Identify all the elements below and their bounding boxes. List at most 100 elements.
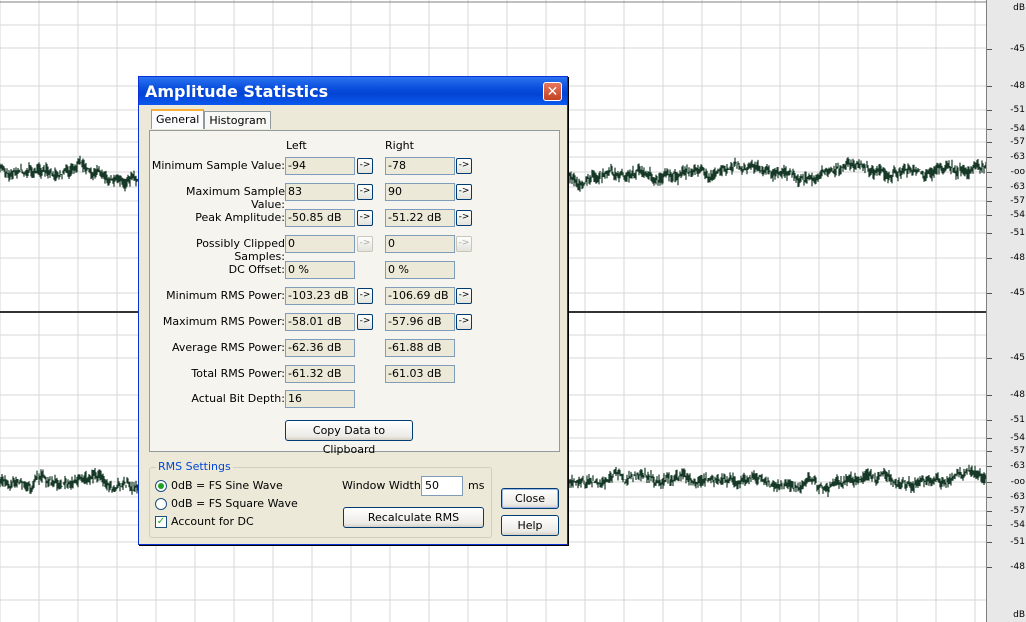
copy-to-clipboard-button[interactable]: Copy Data to Clipboard — [285, 420, 413, 456]
window-width-label: Window Width: — [342, 479, 425, 492]
max-rms-right-goto-button[interactable]: -> — [456, 314, 472, 330]
bit-depth-left-field: 16 — [285, 390, 355, 408]
ruler-tick-label: -51 — [1010, 105, 1025, 115]
ruler-tick-label: -48 — [1010, 390, 1025, 400]
ruler-tick-label: -45 — [1010, 44, 1025, 54]
tab-general[interactable]: General — [151, 109, 205, 129]
window-width-input[interactable]: 50 — [421, 476, 463, 496]
window-width-unit: ms — [468, 479, 485, 492]
max-rms-left-goto-button[interactable]: -> — [357, 314, 373, 330]
ruler-tick-label: -48 — [1010, 81, 1025, 91]
ruler-tick-label: -63 — [1010, 461, 1025, 471]
ruler-tick-label: -45 — [1010, 288, 1025, 298]
min-rms-right-goto-button[interactable]: -> — [456, 288, 472, 304]
ruler-mark — [987, 201, 992, 202]
square-wave-label[interactable]: 0dB = FS Square Wave — [171, 497, 298, 510]
ruler-tick-label: -57 — [1010, 446, 1025, 456]
rms-settings-title: RMS Settings — [156, 460, 233, 473]
min-sample-right-goto-button[interactable]: -> — [456, 158, 472, 174]
radio-sine-wave[interactable] — [155, 480, 167, 492]
max-rms-right-field: -57.96 dB — [385, 313, 455, 331]
ruler-tick-label: -45 — [1010, 353, 1025, 363]
max-sample-left-goto-button[interactable]: -> — [357, 184, 373, 200]
peak-amplitude-right-field: -51.22 dB — [385, 209, 455, 227]
ruler-tick-label: -51 — [1010, 228, 1025, 238]
ruler-mark — [987, 157, 992, 158]
ruler-mark — [987, 420, 992, 421]
clipped-samples-label: Possibly Clipped Samples: — [195, 237, 285, 263]
tab-histogram[interactable]: Histogram — [204, 111, 272, 129]
ruler-tick-label: -63 — [1010, 492, 1025, 502]
close-icon[interactable]: ✕ — [543, 82, 562, 101]
clipped-samples-right-goto-button[interactable]: -> — [456, 236, 472, 252]
bit-depth-label: Actual Bit Depth: — [191, 392, 285, 405]
max-sample-left-field: 83 — [285, 183, 355, 201]
max-sample-right-goto-button[interactable]: -> — [456, 184, 472, 200]
ruler-mark — [987, 233, 992, 234]
ruler-tick-label: -54 — [1010, 433, 1025, 443]
ruler-tick-label: -48 — [1010, 253, 1025, 263]
ruler-mark — [987, 438, 992, 439]
min-rms-left-field: -103.23 dB — [285, 287, 355, 305]
ruler-mark — [987, 129, 992, 130]
min-rms-left-goto-button[interactable]: -> — [357, 288, 373, 304]
general-tab-panel: Left Right Copy Data to Clipboard Minimu… — [149, 130, 560, 456]
dc-offset-left-field: 0 % — [285, 261, 355, 279]
radio-square-wave[interactable] — [155, 498, 167, 510]
max-sample-label: Maximum Sample Value: — [186, 185, 285, 211]
min-sample-right-field: -78 — [385, 157, 455, 175]
avg-rms-left-field: -62.36 dB — [285, 339, 355, 357]
ruler-mark — [987, 466, 992, 467]
db-ruler: dB dB -45 -48 -51 -54 -57 -63 -oo -63 -57 -54 -51 -… — [986, 0, 1026, 622]
ruler-mark — [987, 358, 992, 359]
rms-settings-group: RMS Settings 0dB = FS Sine Wave 0dB = FS… — [149, 460, 492, 538]
clipped-samples-left-goto-button[interactable]: -> — [357, 236, 373, 252]
peak-amplitude-left-goto-button[interactable]: -> — [357, 210, 373, 226]
column-header-right: Right — [385, 139, 414, 152]
ruler-mark — [987, 542, 992, 543]
clipped-samples-left-field: 0 — [285, 235, 355, 253]
min-sample-left-goto-button[interactable]: -> — [357, 158, 373, 174]
ruler-tick-label: -oo — [1010, 477, 1025, 487]
ruler-mark — [987, 451, 992, 452]
ruler-tick-label: -57 — [1010, 137, 1025, 147]
ruler-mark — [987, 395, 992, 396]
account-dc-checkbox[interactable]: ✓ — [155, 516, 167, 528]
ruler-tick-label: -57 — [1010, 196, 1025, 206]
ruler-mark — [987, 482, 992, 483]
ruler-mark — [987, 258, 992, 259]
max-sample-right-field: 90 — [385, 183, 455, 201]
ruler-tick-label: -oo — [1010, 167, 1025, 177]
ruler-mark — [987, 110, 992, 111]
clipped-samples-right-field: 0 — [385, 235, 455, 253]
account-dc-label[interactable]: Account for DC — [171, 515, 254, 528]
recalculate-rms-button[interactable]: Recalculate RMS — [343, 507, 484, 528]
tab-strip: General Histogram — [151, 109, 272, 131]
peak-amplitude-left-field: -50.85 dB — [285, 209, 355, 227]
total-rms-label: Total RMS Power: — [191, 367, 285, 380]
dialog-titlebar[interactable]: Amplitude Statistics — [139, 77, 567, 105]
ruler-mark — [987, 525, 992, 526]
ruler-tick-label: -57 — [1010, 506, 1025, 516]
peak-amplitude-label: Peak Amplitude: — [195, 211, 285, 224]
ruler-tick-label: -51 — [1010, 537, 1025, 547]
avg-rms-right-field: -61.88 dB — [385, 339, 455, 357]
ruler-tick-label: -63 — [1010, 182, 1025, 192]
min-sample-left-field: -94 — [285, 157, 355, 175]
peak-amplitude-right-goto-button[interactable]: -> — [456, 210, 472, 226]
close-button[interactable]: Close — [501, 488, 559, 509]
ruler-tick-label: -51 — [1010, 415, 1025, 425]
ruler-mark — [987, 497, 992, 498]
radio-selected-dot — [158, 483, 164, 489]
min-rms-right-field: -106.69 dB — [385, 287, 455, 305]
ruler-mark — [987, 187, 992, 188]
sine-wave-label[interactable]: 0dB = FS Sine Wave — [171, 479, 283, 492]
column-header-left: Left — [286, 139, 307, 152]
total-rms-left-field: -61.32 dB — [285, 365, 355, 383]
ruler-top-label: dB — [1013, 3, 1025, 13]
ruler-mark — [987, 142, 992, 143]
min-sample-label: Minimum Sample Value: — [151, 159, 285, 172]
ruler-tick-label: -54 — [1010, 124, 1025, 134]
ruler-mark — [987, 511, 992, 512]
help-button[interactable]: Help — [501, 515, 559, 536]
